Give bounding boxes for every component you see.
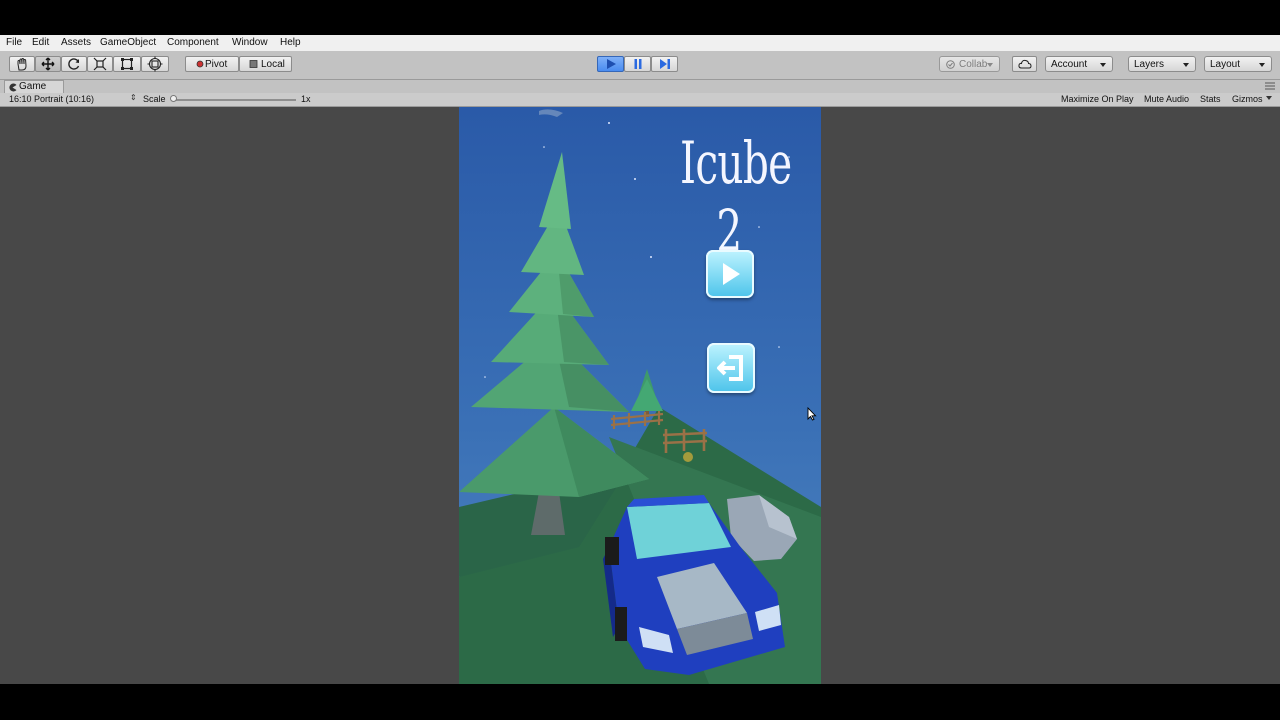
rect-icon: [121, 58, 133, 70]
rect-tool-button[interactable]: [113, 56, 141, 72]
exit-icon: [717, 355, 743, 381]
pivot-label: Pivot: [205, 59, 228, 70]
rotate-tool-button[interactable]: [61, 56, 87, 72]
collab-label: Collab: [959, 59, 988, 70]
pivot-icon: [196, 60, 204, 68]
pause-icon: [634, 59, 641, 69]
rotate-icon: [68, 58, 80, 70]
pause-button[interactable]: [624, 56, 651, 72]
chevron-down-icon: [1259, 63, 1265, 67]
transform-icon: [147, 56, 163, 72]
aspect-arrow-icon: ⇕: [130, 93, 137, 102]
coin: [683, 452, 693, 462]
local-toggle[interactable]: Local: [239, 56, 292, 72]
local-icon: [249, 60, 258, 68]
tab-game-label: Game: [19, 81, 47, 92]
account-label: Account: [1051, 59, 1088, 70]
pacman-icon: [9, 83, 17, 92]
exit-game-button[interactable]: [707, 343, 755, 393]
tab-row: Game: [0, 80, 1280, 93]
menu-component[interactable]: Component: [167, 37, 219, 48]
scale-label: Scale: [143, 94, 166, 104]
scale-icon: [93, 57, 107, 71]
chevron-down-icon: [1100, 63, 1106, 67]
collab-dropdown[interactable]: Collab: [939, 56, 1000, 72]
menu-gameobject[interactable]: GameObject: [100, 37, 156, 48]
unity-editor-window: File Edit Assets GameObject Component Wi…: [0, 35, 1280, 684]
stats-toggle[interactable]: Stats: [1200, 94, 1221, 104]
layers-dropdown[interactable]: Layers: [1128, 56, 1196, 72]
menu-help[interactable]: Help: [280, 37, 301, 48]
pivot-toggle[interactable]: Pivot: [185, 56, 239, 72]
mute-audio-toggle[interactable]: Mute Audio: [1144, 94, 1189, 104]
game-viewport[interactable]: Icube 2: [0, 107, 1280, 684]
menu-assets[interactable]: Assets: [61, 37, 91, 48]
maximize-on-play-toggle[interactable]: Maximize On Play: [1061, 94, 1134, 104]
scale-slider-thumb[interactable]: [170, 95, 177, 102]
scale-tool-button[interactable]: [87, 56, 113, 72]
tab-game[interactable]: Game: [4, 80, 64, 93]
scale-slider-track[interactable]: [172, 99, 296, 101]
main-toolbar: Pivot Local Collab Account Layers Layout: [0, 51, 1280, 80]
move-tool-button[interactable]: [35, 56, 61, 72]
hand-tool-button[interactable]: [9, 56, 35, 72]
play-game-button[interactable]: [706, 250, 754, 298]
screen-top-letterbox: [0, 0, 1280, 35]
game-title: Icube 2: [680, 129, 792, 265]
scale-value: 1x: [301, 94, 311, 104]
play-button[interactable]: [597, 56, 624, 72]
gizmos-dropdown[interactable]: Gizmos: [1232, 94, 1263, 104]
game-view-toolbar: 16:10 Portrait (10:16) ⇕ Scale 1x Maximi…: [0, 93, 1280, 107]
layout-dropdown[interactable]: Layout: [1204, 56, 1272, 72]
play-icon: [723, 263, 740, 285]
menu-edit[interactable]: Edit: [32, 37, 49, 48]
step-button[interactable]: [651, 56, 678, 72]
menu-bar: File Edit Assets GameObject Component Wi…: [0, 35, 1280, 51]
chevron-down-icon: [1266, 96, 1272, 100]
play-icon: [606, 59, 616, 69]
chevron-down-icon: [1183, 63, 1189, 67]
cloud-button[interactable]: [1012, 56, 1037, 72]
local-label: Local: [261, 59, 285, 70]
check-icon: [946, 60, 955, 69]
layers-label: Layers: [1134, 59, 1165, 70]
aspect-dropdown[interactable]: 16:10 Portrait (10:16): [9, 94, 94, 104]
step-icon: [659, 59, 670, 69]
tab-menu-icon[interactable]: [1264, 81, 1276, 91]
layout-label: Layout: [1210, 59, 1241, 70]
move-icon: [41, 57, 55, 71]
mouse-cursor-icon: [807, 407, 817, 421]
hand-icon: [17, 58, 27, 71]
screen-bottom-letterbox: [0, 684, 1280, 720]
menu-file[interactable]: File: [6, 37, 22, 48]
game-scene[interactable]: Icube 2: [459, 107, 821, 684]
menu-window[interactable]: Window: [232, 37, 268, 48]
transform-tool-button[interactable]: [141, 56, 169, 72]
cloud-icon: [1017, 59, 1032, 69]
chevron-down-icon: [987, 63, 993, 67]
account-dropdown[interactable]: Account: [1045, 56, 1113, 72]
